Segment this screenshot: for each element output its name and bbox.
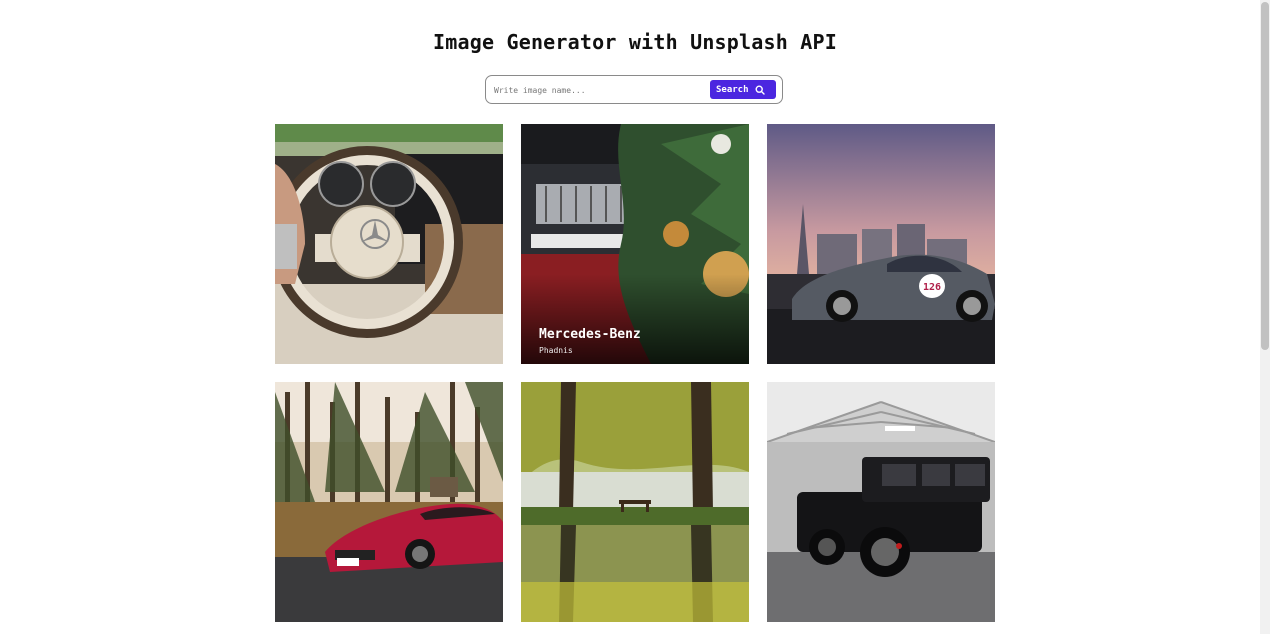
classic-car-photo: 126 (767, 124, 995, 364)
scrollbar-thumb[interactable] (1261, 2, 1269, 350)
black-suv-photo (767, 382, 995, 622)
search-input[interactable] (494, 81, 704, 99)
search-icon (755, 84, 765, 95)
search-button[interactable]: Search (710, 80, 776, 99)
steering-wheel-photo (275, 124, 503, 364)
scrollbar[interactable] (1260, 0, 1270, 634)
page-title: Image Generator with Unsplash API (433, 30, 837, 54)
image-card[interactable]: Mercedes-Benz Phadnis (521, 124, 749, 364)
svg-text:126: 126 (923, 282, 941, 293)
image-author: Phadnis (539, 346, 573, 355)
image-card[interactable]: 126 (767, 124, 995, 364)
image-card[interactable] (275, 382, 503, 622)
image-card[interactable] (521, 382, 749, 622)
image-card[interactable] (767, 382, 995, 622)
image-title: Mercedes-Benz (539, 327, 641, 342)
search-button-label: Search (716, 84, 749, 95)
forest-lake-photo (521, 382, 749, 622)
page: Image Generator with Unsplash API Search (0, 0, 1270, 634)
search-form: Search (485, 75, 783, 104)
image-card[interactable] (275, 124, 503, 364)
red-sports-car-photo (275, 382, 503, 622)
